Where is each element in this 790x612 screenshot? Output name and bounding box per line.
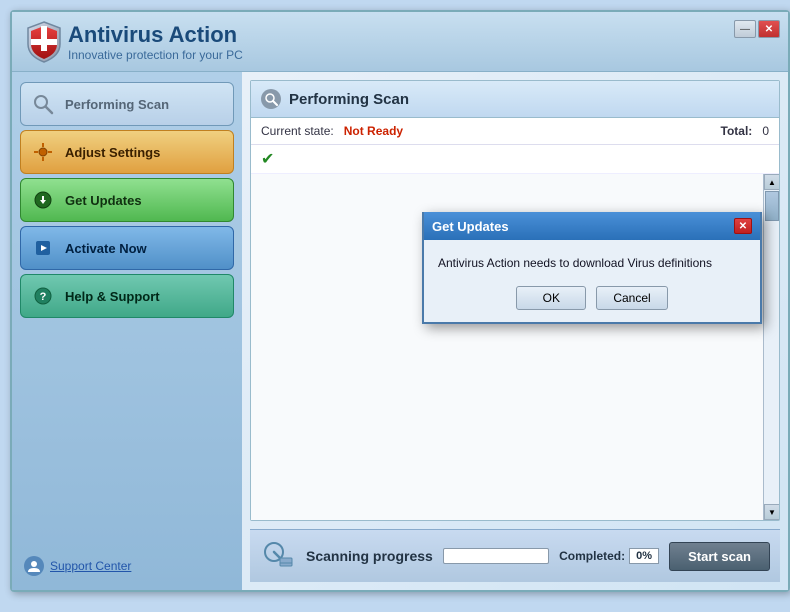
status-text: Current state: Not Ready: [261, 124, 403, 138]
scroll-bar[interactable]: ▲ ▼: [763, 174, 779, 520]
scan-panel-header: Performing Scan: [251, 81, 779, 118]
completed-value: 0%: [629, 548, 659, 564]
dialog-buttons: OK Cancel: [438, 286, 746, 310]
scroll-thumb[interactable]: [765, 191, 779, 221]
sidebar-item-performing-scan[interactable]: Performing Scan: [20, 82, 234, 126]
dialog-cancel-button[interactable]: Cancel: [596, 286, 667, 310]
activate-now-label: Activate Now: [65, 241, 147, 256]
window-body: Performing Scan Adjust Settings: [12, 72, 788, 590]
completed-label-text: Completed:: [559, 549, 625, 563]
sidebar-item-help-support[interactable]: ? Help & Support: [20, 274, 234, 318]
sidebar-bottom: Support Center: [20, 552, 234, 580]
total-label: Total:: [721, 124, 753, 138]
app-logo: [20, 18, 68, 66]
help-support-icon: ?: [29, 282, 57, 310]
support-center-icon: [24, 556, 44, 576]
dialog-title-bar: Get Updates ✕: [424, 212, 760, 240]
get-updates-dialog: Get Updates ✕ Antivirus Action needs to …: [422, 212, 762, 324]
sidebar-item-adjust-settings[interactable]: Adjust Settings: [20, 130, 234, 174]
bottom-scan-bar: Scanning progress Completed: 0% Start sc…: [250, 529, 780, 582]
status-value: Not Ready: [344, 124, 403, 138]
close-button[interactable]: ✕: [758, 20, 780, 38]
scroll-track: [764, 190, 779, 504]
dialog-title: Get Updates: [432, 219, 509, 234]
dialog-message: Antivirus Action needs to download Virus…: [438, 256, 746, 270]
dialog-close-button[interactable]: ✕: [734, 218, 752, 234]
scanning-progress-icon: [260, 538, 296, 574]
scan-panel-icon: [261, 89, 281, 109]
adjust-settings-icon: [29, 138, 57, 166]
get-updates-icon: [29, 186, 57, 214]
app-subtitle: Innovative protection for your PC: [68, 48, 780, 62]
scroll-down-arrow[interactable]: ▼: [764, 504, 779, 520]
window-controls: — ✕: [734, 20, 780, 38]
sidebar-item-get-updates[interactable]: Get Updates: [20, 178, 234, 222]
performing-scan-label: Performing Scan: [65, 97, 169, 112]
minimize-button[interactable]: —: [734, 20, 756, 38]
support-center-link[interactable]: Support Center: [50, 559, 131, 573]
sidebar: Performing Scan Adjust Settings: [12, 72, 242, 590]
performing-scan-icon: [29, 90, 57, 118]
svg-text:?: ?: [40, 291, 47, 303]
dialog-body: Antivirus Action needs to download Virus…: [424, 240, 760, 322]
total-value: 0: [762, 124, 769, 138]
scan-status-bar: Current state: Not Ready Total: 0: [251, 118, 779, 145]
total-text: Total: 0: [721, 124, 770, 138]
title-bar: Antivirus Action Innovative protection f…: [12, 12, 788, 72]
dialog-ok-button[interactable]: OK: [516, 286, 586, 310]
adjust-settings-label: Adjust Settings: [65, 145, 160, 160]
scroll-up-arrow[interactable]: ▲: [764, 174, 779, 190]
main-content: risA.com Performing Scan Current state:: [242, 72, 788, 590]
scanning-progress-label: Scanning progress: [306, 548, 433, 564]
start-scan-button[interactable]: Start scan: [669, 542, 770, 571]
main-window: Antivirus Action Innovative protection f…: [10, 10, 790, 592]
scan-panel-title: Performing Scan: [289, 91, 409, 108]
get-updates-label: Get Updates: [65, 193, 142, 208]
activate-now-icon: [29, 234, 57, 262]
checkmark-icon: ✔: [261, 151, 274, 168]
help-support-label: Help & Support: [65, 289, 160, 304]
sidebar-item-activate-now[interactable]: Activate Now: [20, 226, 234, 270]
scan-check-row: ✔: [251, 145, 779, 174]
status-prefix: Current state:: [261, 124, 334, 138]
completed-text: Completed: 0%: [559, 548, 659, 564]
app-title-area: Antivirus Action Innovative protection f…: [68, 22, 780, 62]
app-title: Antivirus Action: [68, 22, 780, 48]
progress-bar: [443, 548, 549, 564]
